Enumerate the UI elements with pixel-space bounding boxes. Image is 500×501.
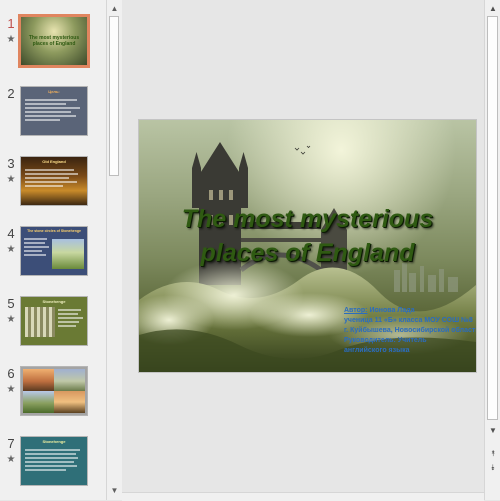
- animation-star-icon: ★: [6, 384, 16, 395]
- slide-number: 5: [7, 296, 15, 311]
- scroll-up-icon[interactable]: ▲: [486, 2, 500, 15]
- slide-number: 7: [7, 436, 15, 451]
- slide-title[interactable]: The most mysterious places of England: [139, 202, 476, 270]
- animation-star-icon: ★: [6, 314, 16, 325]
- slide-number: 6: [7, 366, 15, 381]
- thumbnail-image: Stonehenge: [20, 296, 88, 346]
- thumbnail-image: [20, 366, 88, 416]
- previous-slide-icon[interactable]: ⯭: [486, 447, 500, 460]
- thumbnail-text-lines: [25, 167, 83, 201]
- animation-star-icon: ★: [6, 34, 16, 45]
- thumbnail-image: Цель:: [20, 86, 88, 136]
- thumbnail-title: The stone circles of Stonehenge: [27, 229, 81, 233]
- thumbnail-image: The stone circles of Stonehenge: [20, 226, 88, 276]
- slide-title-line-1: The most mysterious: [181, 205, 434, 233]
- animation-star-icon: ★: [6, 174, 16, 185]
- slide-number: 3: [7, 156, 15, 171]
- slide-scrollbar[interactable]: ▲ ▼ ⯭ ⯯: [484, 0, 500, 500]
- slide-number: 4: [7, 226, 15, 241]
- author-line: английского языка: [344, 347, 410, 354]
- thumbnail-text-lines: [58, 307, 84, 341]
- author-line: Автор: Ионова Лада: [344, 306, 476, 316]
- thumbnail-photo: [54, 369, 85, 391]
- thumbnail-title: Old England: [42, 159, 66, 164]
- slide-thumbnail-1[interactable]: 1 ★ The most mysterious places of Englan…: [0, 14, 106, 78]
- slide-thumbnail-3[interactable]: 3 ★ Old England: [0, 156, 106, 218]
- thumbnail-title: Stonehenge: [42, 439, 66, 444]
- author-name: Ионова Лада: [367, 307, 415, 314]
- thumbnail-text-lines: [25, 447, 83, 481]
- slide-thumbnail-4[interactable]: 4 ★ The stone circles of Stonehenge: [0, 226, 106, 288]
- thumbnail-title: The most mysterious places of England: [28, 35, 80, 47]
- next-slide-icon[interactable]: ⯯: [486, 461, 500, 474]
- slide-title-line-2: places of England: [200, 239, 415, 267]
- author-line: Руководитель: Учитель: [344, 337, 427, 344]
- slide-number: 2: [7, 86, 15, 101]
- thumbnail-title: Цель:: [48, 89, 60, 94]
- slide-thumbnail-5[interactable]: 5 ★ Stonehenge: [0, 296, 106, 358]
- scroll-up-icon[interactable]: ▲: [108, 2, 121, 15]
- animation-star-icon: ★: [6, 244, 16, 255]
- slide-thumbnail-pane: 1 ★ The most mysterious places of Englan…: [0, 0, 106, 500]
- thumbnail-text-lines: [24, 236, 50, 272]
- scroll-down-icon[interactable]: ▼: [486, 424, 500, 437]
- thumbnail-photo: [23, 369, 54, 391]
- thumbnail-image: Old England: [20, 156, 88, 206]
- thumbnail-photo: [54, 391, 85, 413]
- main-slide[interactable]: The most mysterious places of England Ав…: [139, 120, 476, 372]
- thumbnail-image: The most mysterious places of England: [18, 14, 90, 68]
- author-label: Автор:: [344, 307, 368, 314]
- thumbnail-title: Stonehenge: [42, 299, 66, 304]
- scroll-down-icon[interactable]: ▼: [108, 484, 121, 497]
- author-line: ученица 11 «Б» класса МОУ СОШ №8: [344, 317, 473, 324]
- animation-star-icon: ★: [6, 454, 16, 465]
- slide-thumbnail-2[interactable]: 2 Цель:: [0, 86, 106, 148]
- scrollbar-thumb[interactable]: [487, 16, 498, 420]
- author-line: г. Куйбышева, Новосибирской области: [344, 327, 476, 334]
- scrollbar-thumb[interactable]: [109, 16, 119, 176]
- thumbnail-text-lines: [25, 97, 83, 131]
- slide-thumbnail-7[interactable]: 7 ★ Stonehenge: [0, 436, 106, 498]
- thumbnail-photo: [25, 307, 55, 337]
- thumbnail-scrollbar[interactable]: ▲ ▼: [106, 0, 122, 500]
- slide-number: 1: [7, 16, 15, 31]
- author-textbox[interactable]: Автор: Ионова Лада ученица 11 «Б» класса…: [344, 306, 476, 356]
- thumbnail-photo: [23, 391, 54, 413]
- thumbnail-image: Stonehenge: [20, 436, 88, 486]
- slide-thumbnail-6[interactable]: 6 ★: [0, 366, 106, 428]
- thumbnail-photo: [52, 239, 84, 269]
